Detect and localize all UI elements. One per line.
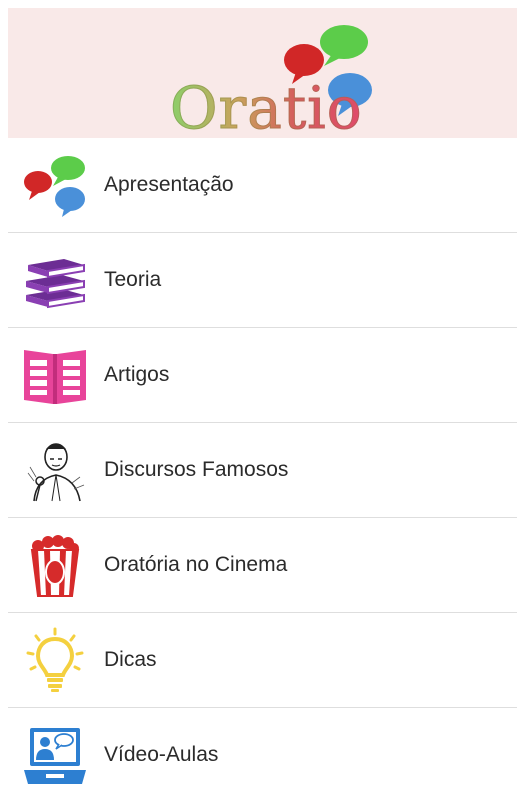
menu-item-apresentacao[interactable]: Apresentação xyxy=(8,138,517,233)
menu-item-label: Oratória no Cinema xyxy=(104,553,288,576)
menu-item-label: Discursos Famosos xyxy=(104,458,289,481)
open-book-icon xyxy=(24,350,86,404)
menu-item-artigos[interactable]: Artigos xyxy=(8,328,517,423)
app-logo-text: Oratio xyxy=(170,74,363,142)
menu-item-label: Artigos xyxy=(104,363,170,386)
menu-item-discursos-famosos[interactable]: Discursos Famosos xyxy=(8,423,517,518)
app-header: Oratio xyxy=(8,8,517,142)
menu-item-label: Dicas xyxy=(104,648,157,671)
menu-item-video-aulas[interactable]: Vídeo-Aulas xyxy=(8,708,517,802)
menu-item-dicas[interactable]: Dicas xyxy=(8,613,517,708)
video-lesson-icon xyxy=(24,728,86,784)
speech-bubbles-icon xyxy=(24,156,85,217)
lightbulb-icon xyxy=(26,627,84,692)
menu-item-oratoria-no-cinema[interactable]: Oratória no Cinema xyxy=(8,518,517,613)
main-menu: Apresentação Teoria Artigos Discursos Fa… xyxy=(8,138,517,802)
menu-item-label: Teoria xyxy=(104,268,162,291)
menu-item-label: Vídeo-Aulas xyxy=(104,743,219,766)
speaker-portrait-icon xyxy=(22,437,88,503)
books-icon xyxy=(26,259,85,309)
menu-item-teoria[interactable]: Teoria xyxy=(8,233,517,328)
menu-item-label: Apresentação xyxy=(104,173,234,196)
popcorn-icon xyxy=(30,535,80,597)
